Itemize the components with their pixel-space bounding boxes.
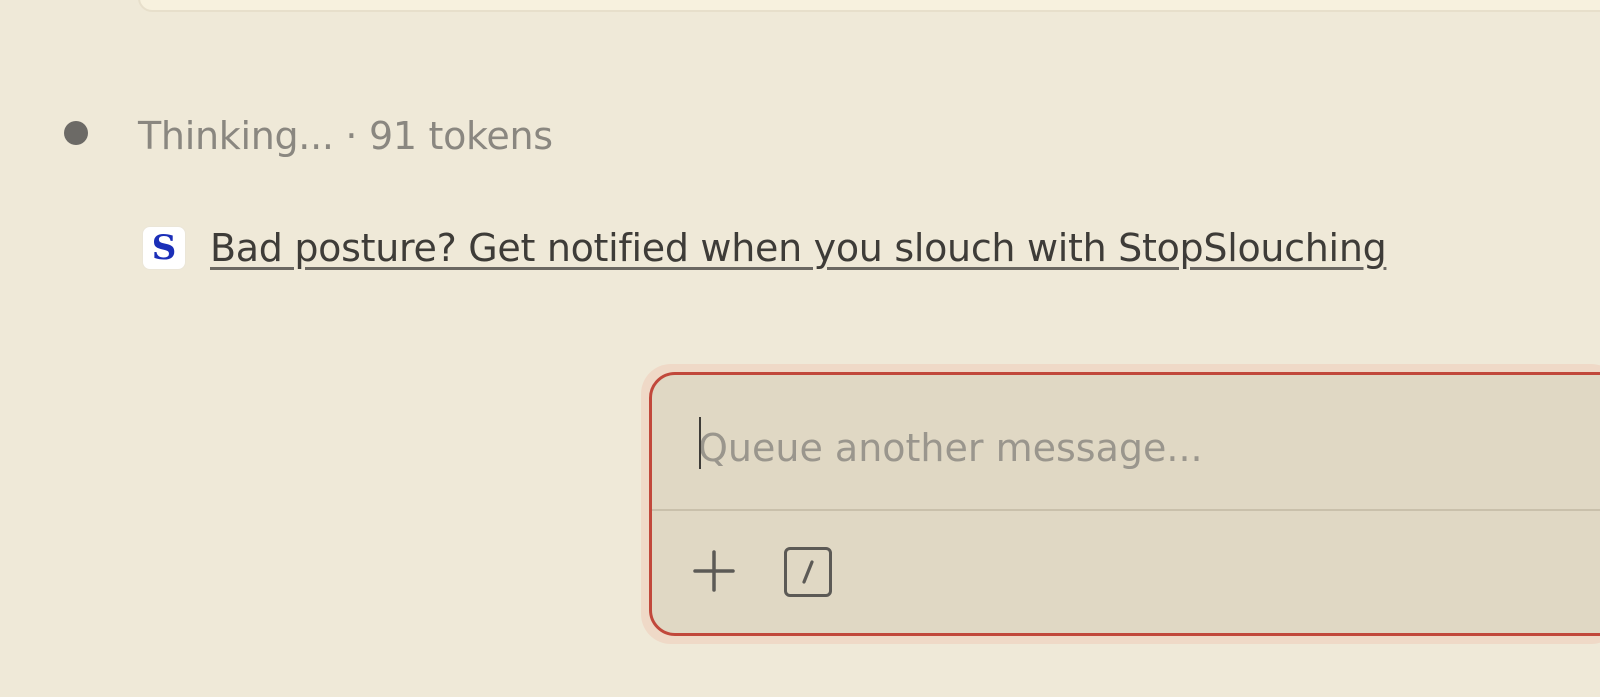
composer-divider [652,509,1600,511]
slash-command-button[interactable] [784,547,832,597]
previous-message-card [138,0,1600,12]
link-suggestion[interactable]: S Bad posture? Get notified when you slo… [142,226,1387,270]
thinking-status: Thinking... · 91 tokens [138,114,553,158]
queue-message-input[interactable] [698,413,1578,483]
stopslouching-link[interactable]: Bad posture? Get notified when you slouc… [210,226,1387,270]
add-attachment-button[interactable] [688,545,740,597]
stopslouching-favicon-icon: S [142,226,186,270]
message-composer [649,372,1600,636]
favicon-letter: S [151,228,177,268]
slash-command-icon [802,560,814,584]
text-caret [699,417,701,469]
plus-icon [693,550,735,592]
status-dot-icon [64,121,88,145]
